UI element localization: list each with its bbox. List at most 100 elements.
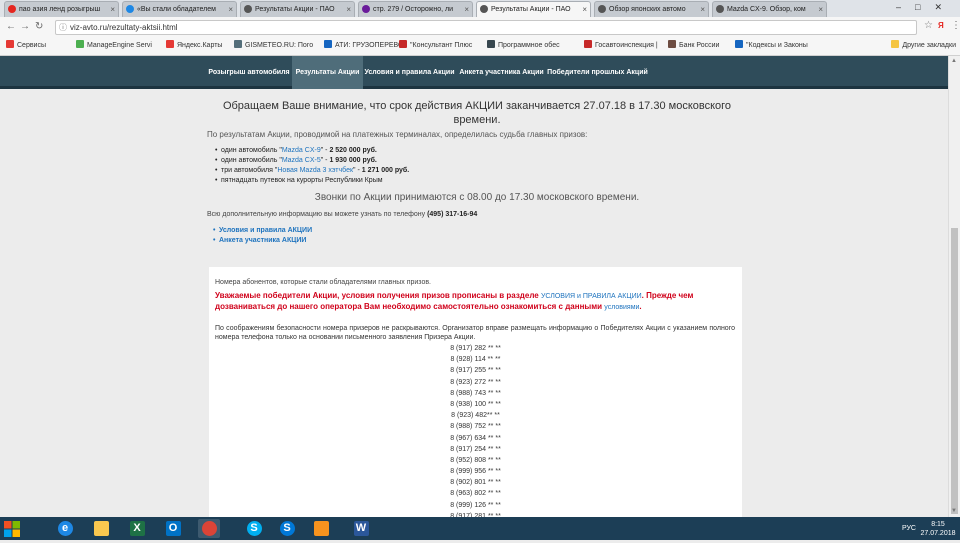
call-hours: Звонки по Акции принимаются с 08.00 до 1…	[314, 192, 640, 203]
menu-icon[interactable]: ⋮	[951, 20, 960, 31]
notice-line-2: времени.	[453, 114, 501, 126]
bookmark-item[interactable]: АТИ: ГРУЗОПЕРЕВО	[324, 40, 403, 52]
bookmark-item[interactable]: ManageEngine Servi	[76, 40, 152, 52]
file-explorer-icon[interactable]	[90, 519, 112, 538]
winner-number: 8 (999) 956 ** **	[450, 468, 501, 476]
info-links: Условия и правила АКЦИИАнкета участника …	[213, 226, 312, 246]
winner-number: 8 (923) 482** **	[451, 412, 500, 420]
tab-close-icon[interactable]: ×	[228, 2, 233, 17]
site-nav-item[interactable]: Победители прошлых Акций	[547, 56, 648, 89]
bookmarks-bar: Другие закладки Сервисы ManageEngine Serv…	[0, 38, 960, 56]
bookmark-item[interactable]: Яндекс.Карты	[166, 40, 222, 52]
site-nav-item[interactable]: Результаты Акции	[292, 56, 363, 89]
info-link[interactable]: Условия и правила АКЦИИ	[213, 226, 312, 236]
bookmark-item[interactable]: "Консультант Плюс	[399, 40, 472, 52]
browser-tab[interactable]: «Вы стали обладателем ×	[122, 1, 237, 17]
rules-link[interactable]: УСЛОВИЯ и ПРАВИЛА АКЦИИ	[541, 293, 642, 300]
site-nav-item[interactable]: Розыгрыш автомобиля	[206, 56, 292, 89]
prize-price: 2 520 000 руб.	[329, 147, 377, 154]
bookmark-label: GISMETEO.RU: Пого	[245, 42, 314, 49]
bookmark-item[interactable]: Банк России	[668, 40, 719, 52]
bookmark-item[interactable]: Госавтоинспекция |	[584, 40, 658, 52]
yandex-extension-icon[interactable]: Я	[938, 21, 944, 30]
deadline-notice: Обращаем Ваше внимание, что срок действи…	[207, 99, 747, 127]
bookmark-favicon-icon	[76, 40, 84, 48]
winner-number: 8 (928) 114 ** **	[450, 356, 501, 364]
internet-explorer-icon[interactable]: e	[54, 519, 76, 538]
address-bar-row: ← → ↻ ⓘ viz-avto.ru/rezultaty-aktsii.htm…	[0, 17, 960, 39]
browser-tab[interactable]: Обзор японских автомо ×	[594, 1, 709, 17]
bookmark-item[interactable]: Программное обес	[487, 40, 560, 52]
window-controls[interactable]: –□✕	[896, 2, 956, 13]
language-indicator[interactable]: РУС	[902, 525, 916, 532]
conditions-link[interactable]: условиями	[604, 304, 639, 311]
winner-number: 8 (963) 802 ** **	[450, 490, 501, 498]
reload-icon[interactable]: ↻	[35, 21, 43, 32]
tab-favicon-icon	[126, 5, 134, 13]
bookmark-label: "Кодексы и Законы	[746, 42, 808, 49]
tab-close-icon[interactable]: ×	[582, 2, 587, 17]
skype-business-icon[interactable]: S	[276, 519, 298, 538]
winner-number: 8 (967) 634 ** **	[450, 434, 501, 442]
winner-number: 8 (999) 126 ** **	[450, 501, 501, 509]
car-model-link[interactable]: Mazda CX-9	[282, 147, 321, 154]
tab-close-icon[interactable]: ×	[818, 2, 823, 17]
prize-item: один автомобиль "Mazda CX-5" - 1 930 000…	[215, 156, 409, 166]
tab-favicon-icon	[8, 5, 16, 13]
forward-icon[interactable]: →	[20, 21, 30, 32]
bookmark-favicon-icon	[166, 40, 174, 48]
tab-close-icon[interactable]: ×	[464, 2, 469, 17]
back-icon[interactable]: ←	[6, 21, 16, 32]
bookmark-item[interactable]: GISMETEO.RU: Пого	[234, 40, 313, 52]
bookmark-favicon-icon	[735, 40, 743, 48]
site-nav-item[interactable]: Анкета участника Акции	[456, 56, 547, 89]
other-bookmarks[interactable]: Другие закладки	[891, 40, 956, 52]
car-model-link[interactable]: Mazda CX-5	[282, 157, 321, 164]
winner-number: 8 (952) 808 ** **	[450, 456, 501, 464]
tab-favicon-icon	[244, 5, 252, 13]
car-model-link[interactable]: Новая Mazda 3 хэтчбек	[277, 167, 353, 174]
word-icon[interactable]: W	[350, 519, 372, 538]
prize-item: три автомобиля "Новая Mazda 3 хэтчбек" -…	[215, 166, 409, 176]
winner-number: 8 (988) 743 ** **	[450, 389, 501, 397]
bookmark-favicon-icon	[324, 40, 332, 48]
tab-close-icon[interactable]: ×	[700, 2, 705, 17]
skype-icon[interactable]: S	[243, 519, 265, 538]
tab-title: Результаты Акции - ПАО	[491, 6, 571, 13]
bookmark-favicon-icon	[234, 40, 242, 48]
browser-tab[interactable]: Mazda CX-9. Обзор, ком ×	[712, 1, 827, 17]
bookmark-favicon-icon	[399, 40, 407, 48]
results-intro: По результатам Акции, проводимой на плат…	[207, 130, 588, 139]
info-icon[interactable]: ⓘ	[59, 21, 67, 34]
excel-icon[interactable]: X	[126, 519, 148, 538]
chrome-icon[interactable]	[198, 519, 220, 538]
browser-tab[interactable]: пао азия ленд розыгрыш ×	[4, 1, 119, 17]
outlook-icon[interactable]: O	[162, 519, 184, 538]
tab-close-icon[interactable]: ×	[110, 2, 115, 17]
windows-start-icon[interactable]	[3, 520, 21, 538]
tab-close-icon[interactable]: ×	[346, 2, 351, 17]
page-scrollbar[interactable]: ▲ ▼	[948, 56, 960, 517]
scroll-thumb[interactable]	[951, 228, 958, 514]
browser-tab[interactable]: Результаты Акции - ПАО ×	[240, 1, 355, 17]
bookmark-label: ManageEngine Servi	[87, 42, 152, 49]
browser-tab[interactable]: стр. 279 / Осторожно, ли ×	[358, 1, 473, 17]
winners-panel: Номера абонентов, которые стали обладате…	[209, 267, 742, 517]
phone-info: Всю дополнительную информацию вы можете …	[207, 211, 478, 218]
scroll-down-icon[interactable]: ▼	[951, 508, 957, 514]
bookmark-item[interactable]: Сервисы	[6, 40, 46, 52]
app-orange-icon[interactable]	[310, 519, 332, 538]
clock[interactable]: 8:15 27.07.2018	[920, 520, 956, 538]
winners-title: Номера абонентов, которые стали обладате…	[215, 279, 431, 286]
phone-number: (495) 317-16-94	[427, 211, 478, 218]
bookmark-item[interactable]: "Кодексы и Законы	[735, 40, 808, 52]
info-link[interactable]: Анкета участника АКЦИИ	[213, 236, 312, 246]
winner-number: 8 (917) 254 ** **	[450, 445, 501, 453]
star-icon[interactable]: ☆	[924, 20, 933, 31]
browser-tab[interactable]: Результаты Акции - ПАО ×	[476, 1, 591, 17]
bookmark-label: Сервисы	[17, 42, 47, 49]
scroll-up-icon[interactable]: ▲	[951, 58, 957, 64]
url-input[interactable]: ⓘ viz-avto.ru/rezultaty-aktsii.html	[55, 20, 917, 35]
winner-number: 8 (902) 801 ** **	[450, 479, 501, 487]
site-nav-item[interactable]: Условия и правила Акции	[363, 56, 456, 89]
